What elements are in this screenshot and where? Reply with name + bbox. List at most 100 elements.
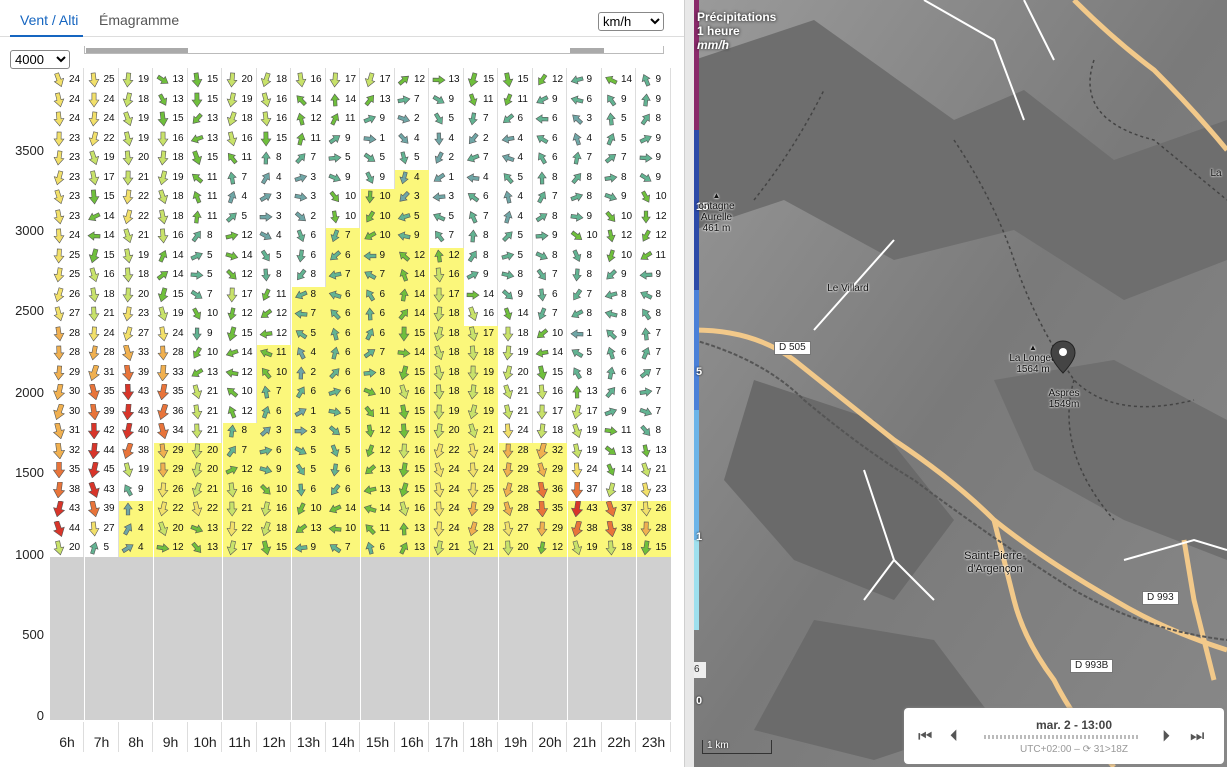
hour-column: 20 19 18 16 11 7 4 5 12 14 12 17 12 15 14 12 10 12 8 7 12 16 2… (222, 68, 257, 720)
wind-arrow-icon (329, 544, 342, 554)
location-pin-icon[interactable] (1050, 340, 1076, 374)
wind-arrow-icon (157, 131, 168, 147)
wind-cell: 8 (637, 287, 671, 303)
map-scale: 1 km (702, 740, 772, 754)
wind-arrow-icon (502, 384, 513, 400)
wind-speed-value: 15 (241, 327, 253, 339)
wind-arrow-icon (88, 267, 99, 283)
wind-cell: 18 (257, 520, 291, 537)
wind-speed-value: 18 (483, 347, 495, 358)
wind-arrow-icon (502, 190, 513, 204)
wind-speed-value: 6 (310, 230, 317, 241)
wind-cell: 5 (85, 540, 119, 556)
wind-speed-value: 27 (138, 327, 150, 339)
wind-cell: 21 (430, 540, 464, 556)
wind-arrow-icon (295, 94, 307, 106)
wind-arrow-icon (398, 501, 410, 517)
wind-cell: 3 (119, 501, 153, 517)
wind-cell: 34 (154, 423, 188, 439)
wind-cell: 19 (464, 403, 498, 420)
wind-cell: 23 (50, 208, 84, 225)
wind-speed-value: 19 (241, 93, 253, 105)
wind-cell: 9 (637, 150, 671, 166)
wind-arrow-icon (433, 132, 444, 146)
wind-arrow-icon (87, 211, 101, 221)
panel-divider[interactable] (684, 0, 694, 767)
wind-speed-value: 21 (448, 542, 460, 553)
place-name: Aspres (1048, 388, 1080, 399)
wind-arrow-icon (53, 384, 66, 400)
wind-speed-value: 8 (586, 366, 593, 378)
wind-speed-value: 10 (586, 230, 598, 241)
wind-arrow-icon (433, 540, 444, 556)
wind-arrow-icon (260, 249, 270, 261)
wind-cell: 10 (223, 384, 257, 400)
wind-speed-value: 20 (517, 366, 529, 378)
wind-speed-value: 3 (310, 171, 317, 183)
wind-speed-value: 8 (276, 152, 282, 163)
wind-speed-value: 22 (207, 503, 219, 514)
wind-cell: 18 (430, 364, 464, 381)
wind-arrow-icon (502, 364, 513, 380)
wind-speed-value: 5 (310, 444, 317, 456)
last-frame-icon[interactable]: ⏭ (1190, 728, 1204, 746)
wind-cell: 18 (430, 306, 464, 322)
first-frame-icon[interactable]: ⏮ (918, 728, 932, 746)
hour-column: 13 9 5 4 2 1 3 5 7 12 16 17 18 18 18 18 18 19 20 22 24 24 24 24… (429, 68, 464, 720)
wind-speed-value: 2 (310, 366, 317, 378)
next-frame-icon[interactable]: ⏵ (1162, 728, 1170, 746)
wind-cell: 16 (292, 72, 326, 88)
wind-speed-value: 24 (103, 113, 115, 124)
wind-cell: 7 (637, 345, 671, 361)
wind-arrow-icon (155, 543, 169, 553)
wind-cell: 3 (257, 209, 291, 225)
wind-arrow-icon (570, 94, 584, 105)
wind-speed-value: 12 (310, 113, 322, 124)
wind-speed-value: 7 (345, 269, 351, 280)
wind-speed-value: 20 (517, 542, 529, 553)
map[interactable]: Précipitations 1 heure mm/h 15 5 1 0 6 ▲… (694, 0, 1227, 767)
wind-arrow-icon (87, 384, 100, 400)
wind-cell: 9 (292, 540, 326, 556)
scroll-thumb[interactable] (86, 48, 188, 53)
hour-label: 20h (538, 734, 562, 750)
wind-speed-value: 16 (448, 269, 460, 280)
wind-arrow-icon (53, 403, 65, 420)
tab-emagramme[interactable]: Émagramme (99, 12, 179, 28)
wind-cell: 43 (119, 384, 153, 400)
wind-speed-value: 9 (655, 269, 662, 280)
wind-speed-value: 5 (379, 152, 386, 163)
wind-arrow-icon (192, 210, 202, 224)
wind-speed-value: 29 (172, 464, 184, 475)
unit-select[interactable]: km/h (598, 12, 664, 31)
wind-arrow-icon (293, 445, 307, 455)
wind-cell: 38 (602, 520, 636, 537)
wind-cell: 4 (499, 189, 533, 205)
wind-arrow-icon (536, 462, 548, 478)
wind-arrow-icon (570, 349, 583, 359)
wind-speed-value: 19 (103, 152, 115, 163)
scroll-thumb[interactable] (570, 48, 604, 53)
wind-speed-value: 3 (310, 191, 317, 202)
wind-speed-value: 7 (379, 269, 386, 280)
wind-arrow-icon (571, 442, 582, 458)
prev-frame-icon[interactable]: ⏴ (950, 728, 958, 746)
wind-arrow-icon (605, 387, 616, 399)
wind-cell: 21 (119, 228, 153, 244)
time-slider[interactable] (984, 735, 1139, 739)
wind-speed-value: 5 (448, 210, 455, 222)
tab-wind-alti[interactable]: Vent / Alti (20, 12, 78, 28)
wind-arrow-icon (328, 172, 342, 182)
wind-cell: 19 (568, 540, 602, 556)
wind-arrow-icon (502, 501, 513, 517)
ground-area (153, 557, 188, 720)
wind-speed-value: 25 (69, 269, 81, 280)
wind-speed-value: 24 (69, 113, 81, 124)
wind-arrow-icon (467, 365, 479, 381)
altitude-select[interactable]: 4000 (10, 50, 70, 69)
wind-speed-value: 7 (241, 171, 248, 183)
wind-speed-value: 2 (448, 152, 455, 163)
wind-arrow-icon (536, 327, 549, 338)
wind-cell: 4 (499, 150, 533, 166)
wind-speed-value: 9 (448, 93, 455, 105)
